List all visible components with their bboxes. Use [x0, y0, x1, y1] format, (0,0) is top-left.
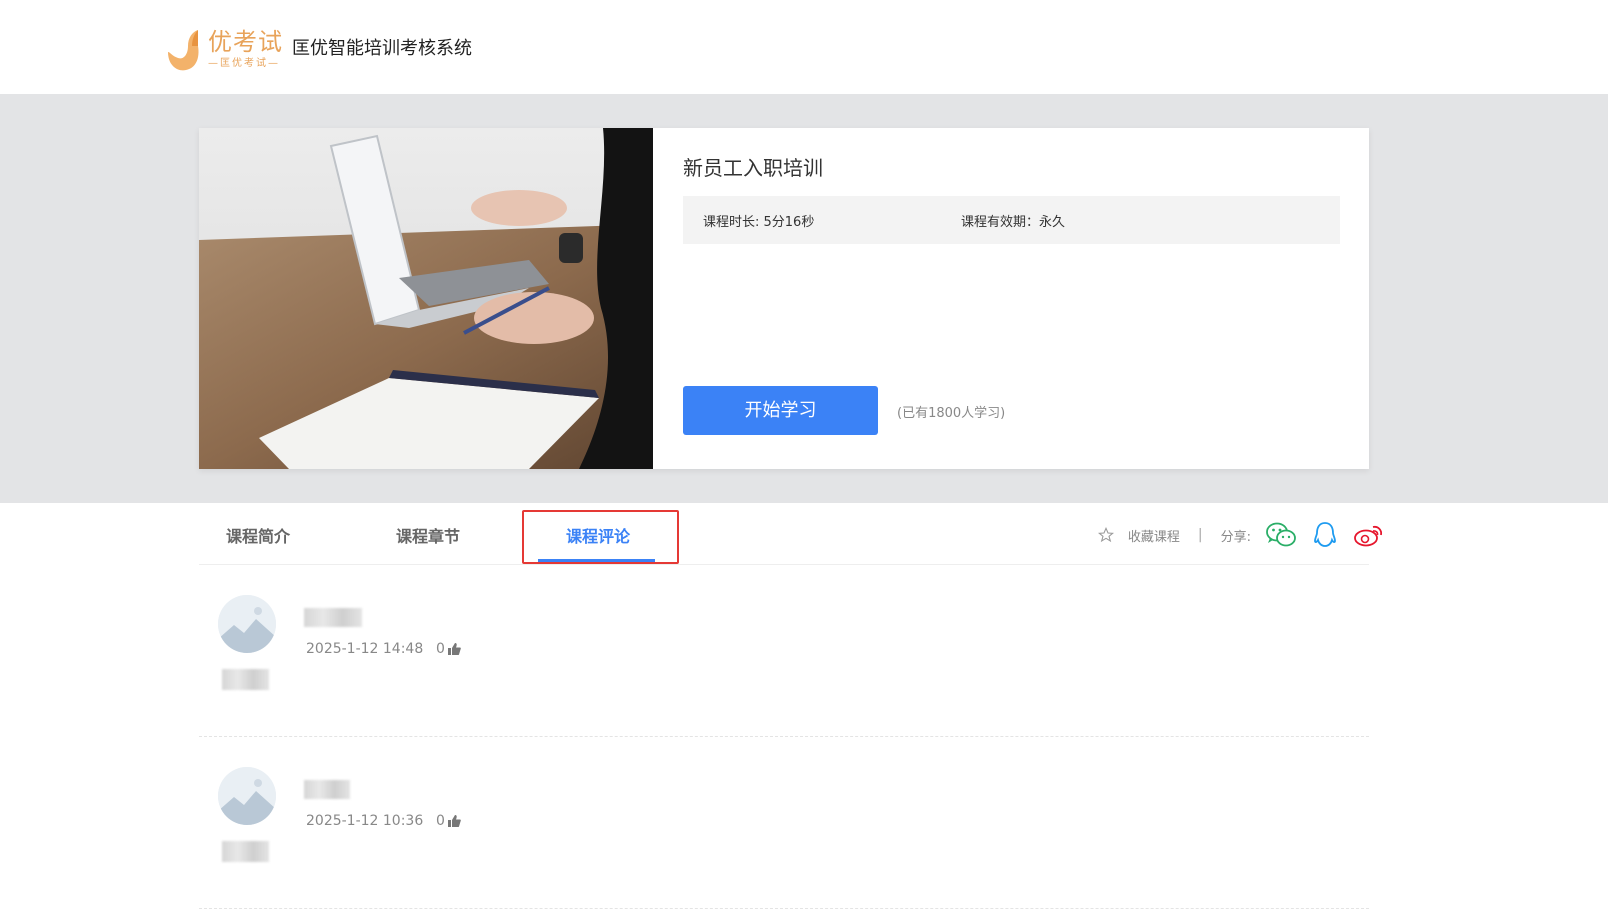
start-learning-button[interactable]: 开始学习 — [683, 386, 878, 435]
blurred-comment-text — [304, 608, 362, 627]
blurred-username — [222, 841, 269, 862]
thumbs-up-icon — [447, 643, 461, 655]
tab-course-chapters[interactable]: 课程章节 — [396, 523, 460, 547]
like-button[interactable]: 0 — [436, 813, 461, 829]
logo-subtext: —匡优考试— — [208, 58, 280, 69]
weibo-icon[interactable] — [1353, 521, 1385, 549]
system-title: 匡优智能培训考核系统 — [292, 38, 472, 59]
blurred-username — [222, 669, 269, 690]
thumbs-up-icon — [447, 815, 461, 827]
like-count: 0 — [436, 641, 445, 657]
avatar — [218, 595, 276, 653]
share-label: 分享: — [1220, 529, 1251, 545]
course-tabs: 课程简介 课程章节 课程评论 收藏课程 | 分享: — [199, 503, 1383, 565]
comment-date: 2025-1-12 14:48 — [306, 641, 424, 657]
course-actions: 收藏课程 | 分享: — [1097, 520, 1385, 550]
avatar — [218, 767, 276, 825]
comment-list: 2025-1-12 14:48 0 2025-1-12 10:36 0 — [199, 565, 1369, 909]
course-duration: 课程时长: 5分16秒 — [703, 215, 815, 230]
qq-icon[interactable] — [1309, 521, 1341, 549]
course-info-panel: 新员工入职培训 课程时长: 5分16秒 课程有效期：永久 开始学习 (已有180… — [683, 128, 1340, 469]
top-header: 优考试 —匡优考试— 匡优智能培训考核系统 — [0, 0, 1608, 94]
star-icon[interactable] — [1097, 527, 1114, 543]
logo-mark-icon — [168, 30, 199, 71]
blurred-comment-text — [304, 780, 350, 799]
course-validity: 课程有效期：永久 — [961, 215, 1066, 230]
like-count: 0 — [436, 813, 445, 829]
course-card: 新员工入职培训 课程时长: 5分16秒 课程有效期：永久 开始学习 (已有180… — [199, 128, 1369, 469]
course-title: 新员工入职培训 — [683, 156, 823, 180]
logo-text: 优考试 — [208, 28, 283, 56]
comment-item: 2025-1-12 14:48 0 — [199, 565, 1369, 737]
tab-course-intro[interactable]: 课程简介 — [226, 523, 290, 547]
wechat-icon[interactable] — [1265, 521, 1297, 549]
like-button[interactable]: 0 — [436, 641, 461, 657]
comment-date: 2025-1-12 10:36 — [306, 813, 424, 829]
comment-item: 2025-1-12 10:36 0 — [199, 737, 1369, 909]
divider: | — [1197, 527, 1203, 543]
learner-count: (已有1800人学习) — [897, 406, 1006, 421]
course-meta-bar: 课程时长: 5分16秒 课程有效期：永久 — [683, 196, 1340, 244]
logo[interactable]: 优考试 —匡优考试— — [164, 20, 284, 74]
favorite-course-link[interactable]: 收藏课程 — [1128, 526, 1180, 545]
highlight-annotation-box — [522, 510, 679, 564]
course-cover-image — [199, 128, 653, 469]
